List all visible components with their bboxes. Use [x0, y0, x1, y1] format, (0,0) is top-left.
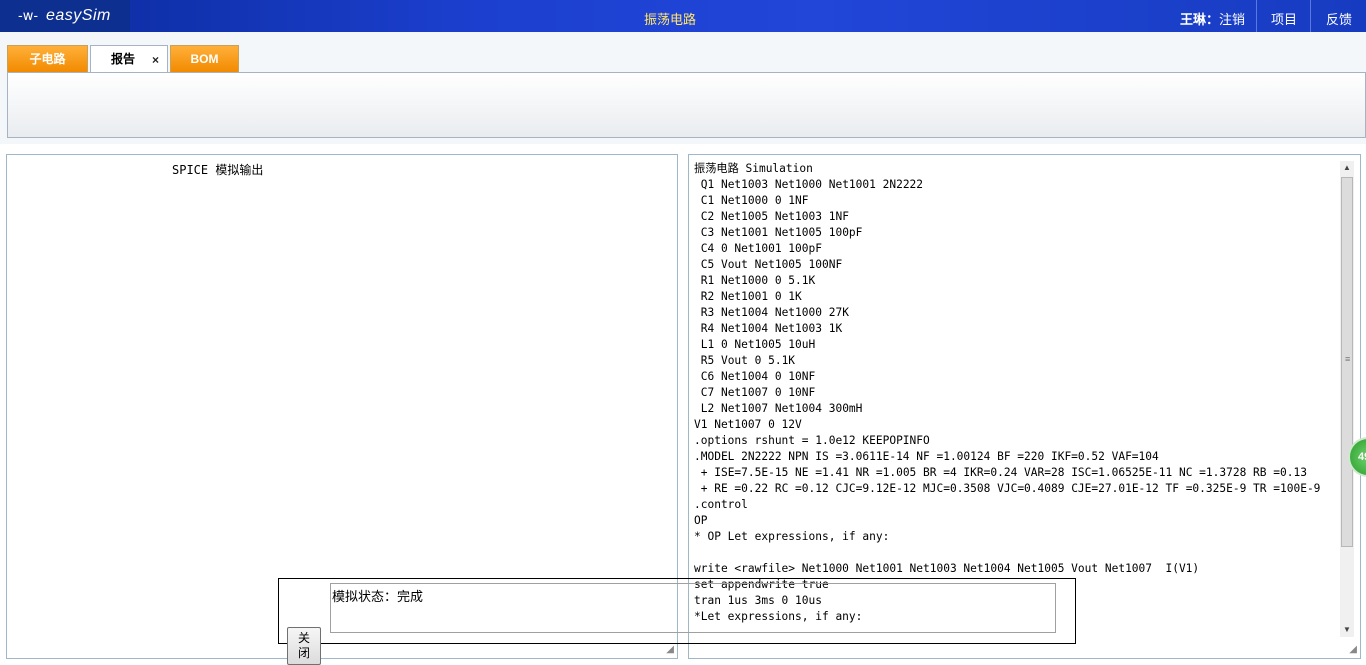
tab-bom[interactable]: BOM [170, 45, 239, 72]
status-box: 模拟状态：完成 [330, 583, 1056, 633]
tab-label: 报告 [110, 52, 135, 66]
spice-output-title: SPICE 模拟输出 [172, 163, 264, 177]
user-area: 王琳：注销 [1180, 9, 1245, 28]
down-arrow-icon[interactable]: ▼ [1340, 623, 1354, 637]
close-dialog-button[interactable]: 关 闭 [287, 627, 321, 665]
vertical-scrollbar[interactable]: ▲ ≡ ▼ [1340, 161, 1354, 637]
close-button-label: 闭 [297, 646, 310, 660]
tabs-area: 子电路 报告 × BOM [0, 32, 1366, 144]
top-header-bar: -w- easySim 振荡电路 王琳：注销 项目 反馈 [0, 0, 1366, 32]
resize-grip-icon[interactable]: ◢ [666, 644, 674, 655]
close-icon[interactable]: × [152, 47, 159, 74]
page-title: 振荡电路 [643, 12, 696, 27]
tab-label: BOM [190, 52, 219, 66]
tab-label: 子电路 [29, 52, 66, 66]
user-name: 王琳： [1180, 12, 1220, 27]
close-button-label: 关 [297, 631, 310, 645]
logo-wave-icon: -w- [18, 9, 39, 24]
grip-icon: ≡ [1345, 354, 1351, 364]
tab-subcircuit[interactable]: 子电路 [7, 45, 88, 72]
nav-divider [1310, 0, 1311, 32]
simulation-status-dialog: 模拟状态：完成 关 闭 [278, 578, 1076, 665]
nav-feedback[interactable]: 反馈 [1326, 9, 1352, 28]
nav-projects[interactable]: 项目 [1271, 9, 1297, 28]
logo-text: easySim [46, 7, 111, 24]
up-arrow-icon[interactable]: ▲ [1340, 161, 1354, 175]
scroll-thumb[interactable]: ≡ [1341, 177, 1353, 547]
resize-grip-icon[interactable]: ◢ [1349, 644, 1357, 655]
tab-content-panel [7, 72, 1366, 138]
simulation-status: 模拟状态：完成 [332, 589, 424, 604]
logout-link[interactable]: 注销 [1219, 12, 1245, 27]
simulation-netlist-text: 振荡电路 Simulation Q1 Net1003 Net1000 Net10… [694, 162, 1321, 623]
nav-divider [1256, 0, 1257, 32]
easysim-logo[interactable]: -w- easySim [0, 0, 130, 32]
tab-report[interactable]: 报告 × [90, 45, 168, 74]
